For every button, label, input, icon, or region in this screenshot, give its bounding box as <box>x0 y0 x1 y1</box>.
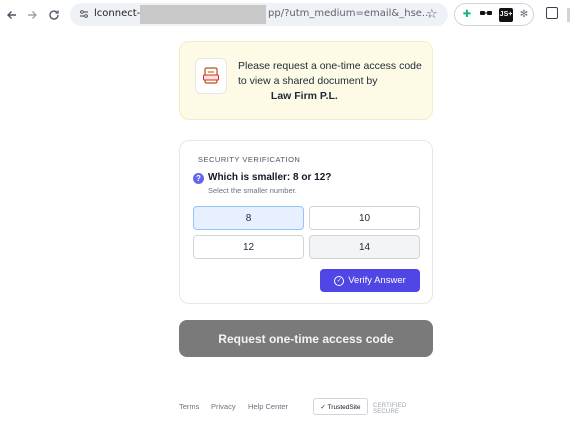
toolbar-divider <box>567 8 570 22</box>
extension-js-icon[interactable]: JS+ <box>499 8 513 22</box>
arrow-left-icon <box>7 11 16 19</box>
url-redaction <box>140 5 266 24</box>
extensions-group: ✚ JS+ ✻ <box>454 3 534 26</box>
question-hint: Select the smaller number. <box>208 186 297 195</box>
puzzle-icon[interactable] <box>546 7 558 19</box>
forward-button[interactable] <box>20 3 44 27</box>
address-bar[interactable]: lconnect-s pp/?utm_medium=email&_hse... … <box>70 3 448 26</box>
option-button[interactable]: 12 <box>193 235 304 259</box>
option-button[interactable]: 14 <box>309 235 420 259</box>
document-icon <box>195 58 227 94</box>
firm-name: Law Firm P.L. <box>270 90 338 102</box>
option-button[interactable]: 8 <box>193 206 304 230</box>
info-banner: Please request a one-time access code to… <box>179 41 433 120</box>
question-icon: ? <box>193 173 204 184</box>
star-icon[interactable]: ☆ <box>426 6 438 22</box>
security-verification-card: SECURITY VERIFICATION ? Which is smaller… <box>179 140 433 304</box>
site-info-icon[interactable] <box>78 8 90 20</box>
footer-link-help[interactable]: Help Center <box>248 402 288 411</box>
question-text: Which is smaller: 8 or 12? <box>208 172 332 183</box>
section-title: SECURITY VERIFICATION <box>198 155 301 164</box>
request-code-button[interactable]: Request one-time access code <box>179 320 433 357</box>
verify-label: Verify Answer <box>348 275 406 286</box>
banner-message: Please request a one-time access code to… <box>238 59 424 104</box>
footer: Terms Privacy Help Center ✓ TrustedSite … <box>179 398 433 416</box>
url-start: lconnect-s <box>94 8 146 19</box>
banner-line: Please request a one-time access code to… <box>238 60 422 87</box>
verify-answer-button[interactable]: ✓ Verify Answer <box>320 269 420 292</box>
url-end: pp/?utm_medium=email&_hse... <box>268 8 432 19</box>
arrow-right-icon <box>28 11 37 19</box>
certified-secure-label: CERTIFIED SECURE <box>373 403 407 415</box>
check-circle-icon: ✓ <box>334 275 345 286</box>
name-redaction <box>238 90 268 103</box>
footer-link-terms[interactable]: Terms <box>179 402 199 411</box>
extension-plus-icon[interactable]: ✚ <box>460 8 474 22</box>
footer-link-privacy[interactable]: Privacy <box>211 402 236 411</box>
browser-toolbar: lconnect-s pp/?utm_medium=email&_hse... … <box>0 0 580 30</box>
extension-glasses-icon[interactable] <box>479 8 493 22</box>
extension-gear-icon[interactable]: ✻ <box>517 8 531 22</box>
option-button[interactable]: 10 <box>309 206 420 230</box>
trusted-site-badge[interactable]: ✓ TrustedSite <box>313 398 368 415</box>
reload-icon <box>49 10 59 20</box>
reload-button[interactable] <box>42 3 66 27</box>
